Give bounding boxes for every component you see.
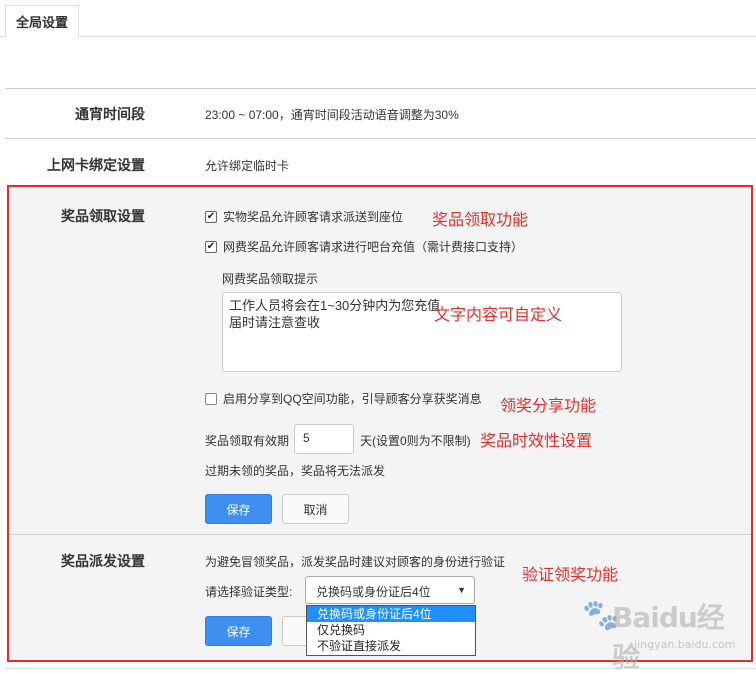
verify-type-label: 请选择验证类型: — [205, 585, 293, 599]
quiet-hours-label: 通宵时间段 — [75, 106, 145, 122]
verify-option[interactable]: 不验证直接派发 — [307, 638, 475, 654]
share-label: 启用分享到QQ空间功能，引导顾客分享获奖消息 — [223, 392, 482, 406]
divider — [5, 138, 756, 139]
verify-type-value: 兑换码或身份证后4位 — [316, 585, 431, 599]
dispatch-cancel-button[interactable] — [282, 616, 306, 646]
annotation-verify-feature: 验证领奖功能 — [522, 567, 619, 584]
expired-note: 过期未领的奖品，奖品将无法派发 — [205, 464, 386, 478]
prize-dispatch-label: 奖品派发设置 — [61, 553, 145, 569]
prize-claim-label: 奖品领取设置 — [61, 208, 145, 224]
verify-type-dropdown[interactable]: 兑换码或身份证后4位 仅兑换码 不验证直接派发 — [306, 605, 476, 656]
dispatch-description: 为避免冒领奖品，派发奖品时建议对顾客的身份进行验证 — [205, 555, 506, 569]
card-binding-value: 允许绑定临时卡 — [205, 159, 290, 173]
netfee-prize-option[interactable]: ✔ 网费奖品允许顾客请求进行吧台充值（需计费接口支持） — [205, 238, 523, 255]
card-binding-label: 上网卡绑定设置 — [47, 157, 145, 173]
baidu-watermark: 🐾 Baidu经验 jingyan.baidu.com — [582, 592, 736, 674]
save-button[interactable]: 保存 — [205, 494, 272, 524]
verify-option[interactable]: 仅兑换码 — [307, 622, 475, 638]
verify-type-select[interactable]: 兑换码或身份证后4位 ▼ — [305, 576, 475, 604]
annotation-share-feature: 领奖分享功能 — [500, 398, 597, 415]
divider — [5, 88, 756, 89]
dispatch-save-button[interactable]: 保存 — [205, 616, 272, 646]
watermark-brand: Baidu经验 — [612, 601, 725, 674]
netfee-prize-label: 网费奖品允许顾客请求进行吧台充值（需计费接口支持） — [223, 240, 524, 254]
watermark-sub: jingyan.baidu.com — [634, 638, 736, 651]
annotation-claim-feature: 奖品领取功能 — [432, 212, 529, 229]
divider — [5, 668, 756, 669]
dropdown-arrow-icon: ▼ — [457, 585, 466, 595]
annotation-custom-text: 文字内容可自定义 — [434, 307, 563, 324]
checkbox-checked-icon[interactable]: ✔ — [205, 210, 217, 223]
physical-prize-option[interactable]: ✔ 实物奖品允许顾客请求派送到座位 — [205, 208, 403, 225]
validity-suffix: 天(设置0则为不限制) — [360, 434, 471, 448]
tab-global-settings[interactable]: 全局设置 — [5, 5, 79, 38]
checkbox-unchecked-icon[interactable] — [205, 392, 217, 405]
share-option[interactable]: 启用分享到QQ空间功能，引导顾客分享获奖消息 — [205, 390, 482, 407]
quiet-hours-value: 23:00 ~ 07:00，通宵时间段活动语音调整为30% — [205, 108, 459, 122]
annotation-validity-feature: 奖品时效性设置 — [480, 433, 593, 450]
validity-label: 奖品领取有效期 — [205, 434, 290, 448]
validity-input[interactable]: 5 — [294, 424, 354, 454]
verify-option[interactable]: 兑换码或身份证后4位 — [307, 606, 475, 622]
cancel-button[interactable]: 取消 — [282, 494, 349, 524]
tab-bar: 全局设置 — [0, 0, 756, 38]
physical-prize-label: 实物奖品允许顾客请求派送到座位 — [223, 210, 404, 224]
hint-label: 网费奖品领取提示 — [222, 272, 319, 286]
checkbox-checked-icon[interactable]: ✔ — [205, 240, 217, 253]
